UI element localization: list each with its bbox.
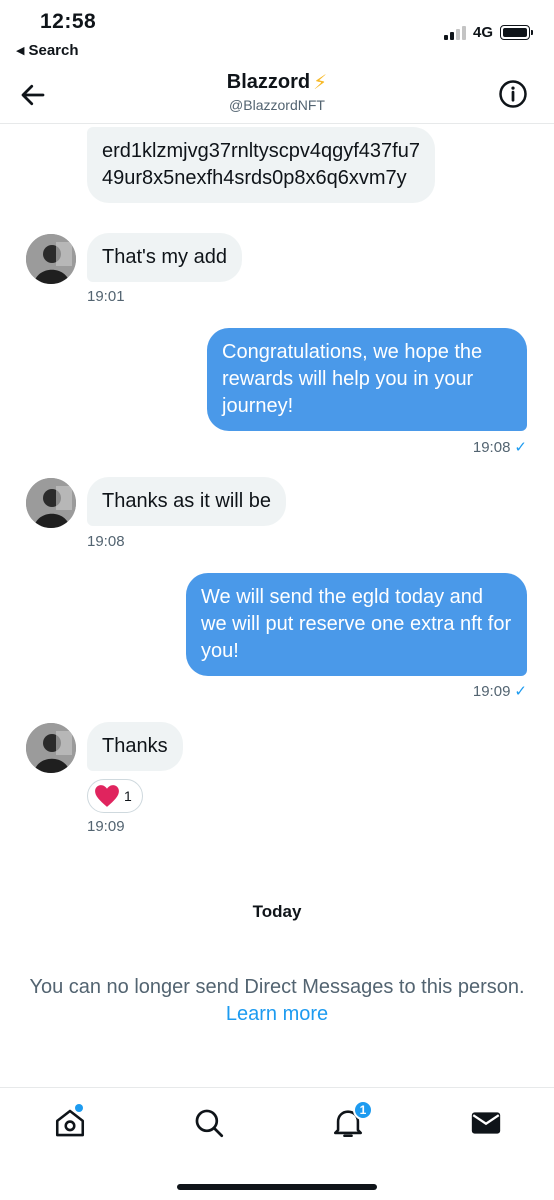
- message-bubble-incoming[interactable]: Thanks: [87, 722, 183, 771]
- contact-name: Blazzord ⚡: [226, 71, 328, 94]
- avatar[interactable]: [26, 234, 76, 284]
- message-bubble-incoming[interactable]: Thanks as it will be: [87, 477, 286, 526]
- notice-text: You can no longer send Direct Messages t…: [29, 976, 525, 998]
- message-timestamp: 19:08: [87, 533, 125, 550]
- heart-icon: [95, 785, 119, 807]
- contact-handle: @BlazzordNFT: [229, 97, 325, 113]
- message-timestamp: 19:09: [87, 818, 125, 835]
- message-timestamp: 19:09 ✓: [472, 683, 527, 700]
- battery-icon: [500, 25, 533, 40]
- message-text: Thanks as it will be: [102, 490, 271, 512]
- tab-search[interactable]: [192, 1106, 226, 1140]
- contact-info[interactable]: Blazzord ⚡ @BlazzordNFT: [0, 70, 554, 113]
- info-icon[interactable]: [498, 79, 528, 109]
- lightning-emoji: ⚡: [313, 72, 328, 94]
- status-indicators: 4G: [443, 24, 533, 41]
- search-icon: [195, 1109, 224, 1138]
- status-bar: 12:58 ◀ Search 4G: [0, 0, 554, 64]
- back-app-label: Search: [28, 42, 79, 59]
- message-text: We will send the egld today and we will …: [201, 586, 512, 662]
- notification-badge: 1: [353, 1100, 373, 1120]
- avatar[interactable]: [26, 723, 76, 773]
- message-timestamp: 19:08 ✓: [472, 439, 527, 456]
- network-type: 4G: [472, 24, 493, 41]
- message-timestamp: 19:01: [87, 288, 125, 305]
- day-separator: Today: [252, 902, 302, 921]
- avatar[interactable]: [26, 478, 76, 528]
- message-text: erd1klzmjvg37rnltyscpv4qgyf437fu749ur8x5…: [102, 140, 420, 189]
- home-new-dot: [75, 1104, 83, 1112]
- mail-icon: [471, 1112, 501, 1134]
- message-bubble-outgoing[interactable]: Congratulations, we hope the rewards wil…: [207, 328, 527, 431]
- message-text: That's my add: [102, 246, 227, 268]
- message-bubble-incoming[interactable]: erd1klzmjvg37rnltyscpv4qgyf437fu749ur8x5…: [87, 127, 435, 203]
- signal-icon: [443, 25, 466, 40]
- message-bubble-outgoing[interactable]: We will send the egld today and we will …: [186, 573, 527, 676]
- message-text: Congratulations, we hope the rewards wil…: [222, 341, 483, 417]
- reaction-count: 1: [124, 788, 132, 804]
- learn-more-link[interactable]: Learn more: [0, 1001, 554, 1028]
- reaction-pill[interactable]: 1: [87, 779, 143, 813]
- back-triangle-icon: ◀: [16, 45, 25, 57]
- message-bubble-incoming[interactable]: That's my add: [87, 233, 242, 282]
- read-check-icon: ✓: [514, 683, 527, 700]
- home-icon: [55, 1109, 85, 1137]
- read-check-icon: ✓: [514, 439, 527, 456]
- message-text: Thanks: [102, 735, 168, 757]
- home-indicator: [177, 1184, 377, 1190]
- status-time: 12:58: [40, 10, 97, 33]
- conversation-header: Blazzord ⚡ @BlazzordNFT: [0, 64, 554, 124]
- tab-notifications[interactable]: 1: [331, 1100, 373, 1140]
- tab-home[interactable]: [53, 1104, 87, 1140]
- tab-messages[interactable]: [469, 1106, 503, 1140]
- dm-restricted-notice: You can no longer send Direct Messages t…: [0, 974, 554, 1028]
- back-to-app-button[interactable]: ◀ Search: [16, 42, 79, 59]
